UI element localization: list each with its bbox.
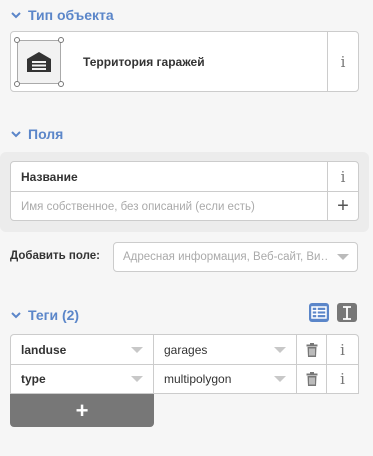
- tags-section-toggle[interactable]: Теги (2): [10, 307, 79, 323]
- tag-value[interactable]: multipolygon: [164, 372, 231, 386]
- name-field-info-button[interactable]: i: [327, 162, 358, 191]
- caret-down-icon: [131, 376, 143, 382]
- vertex-handle: [58, 80, 64, 87]
- add-field-label: Добавить поле:: [10, 250, 100, 262]
- tag-row: type multipolygon i: [10, 364, 359, 394]
- tag-value-combo[interactable]: garages: [154, 335, 297, 364]
- vertex-handle: [14, 36, 20, 43]
- tag-info-button[interactable]: i: [327, 335, 358, 364]
- add-localized-name-button[interactable]: +: [327, 192, 358, 221]
- tag-key-combo[interactable]: landuse: [11, 335, 154, 364]
- trash-icon: [306, 372, 317, 386]
- caret-down-icon: [131, 346, 143, 353]
- tags-section-title: Теги (2): [28, 307, 80, 323]
- delete-tag-button[interactable]: [297, 335, 327, 364]
- preset-box: Территория гаражей i: [10, 31, 359, 92]
- tag-key[interactable]: landuse: [21, 343, 66, 357]
- add-field-combo[interactable]: [113, 242, 358, 272]
- garage-icon: [27, 51, 51, 72]
- tag-value-combo[interactable]: multipolygon: [154, 365, 297, 393]
- fields-section-toggle[interactable]: Поля: [10, 126, 63, 142]
- preset-info-button[interactable]: i: [327, 32, 358, 91]
- preset-section-title: Тип объекта: [28, 7, 114, 23]
- chevron-down-icon: [11, 12, 21, 19]
- add-field-dropdown-button[interactable]: [329, 254, 357, 260]
- add-field-input[interactable]: [114, 250, 329, 264]
- name-field: Название i +: [10, 161, 359, 221]
- list-view-toggle[interactable]: [309, 303, 329, 322]
- table-icon: [311, 306, 327, 319]
- vertex-handle: [58, 36, 64, 43]
- tag-info-button[interactable]: i: [327, 365, 358, 393]
- tag-table: landuse garages i type multipolygon i: [10, 334, 359, 394]
- trash-icon: [306, 342, 317, 357]
- name-field-label: Название: [21, 169, 78, 184]
- text-view-toggle[interactable]: [337, 303, 357, 322]
- tag-row: landuse garages i: [10, 334, 359, 364]
- chevron-down-icon: [11, 312, 21, 319]
- preset-section-toggle[interactable]: Тип объекта: [10, 7, 114, 23]
- text-cursor-icon: [343, 305, 351, 320]
- caret-down-icon: [337, 254, 349, 260]
- delete-tag-button[interactable]: [297, 365, 327, 393]
- name-input[interactable]: [11, 192, 327, 221]
- preset-name[interactable]: Территория гаражей: [67, 32, 327, 91]
- tag-key[interactable]: type: [21, 372, 46, 386]
- caret-down-icon: [274, 346, 286, 353]
- preset-icon-frame: [14, 36, 64, 87]
- preset-icon-wrap[interactable]: [11, 32, 67, 91]
- fields-section-title: Поля: [28, 126, 64, 142]
- tag-key-combo[interactable]: type: [11, 365, 154, 393]
- caret-down-icon: [274, 376, 286, 382]
- add-tag-button[interactable]: +: [10, 394, 154, 427]
- vertex-handle: [14, 80, 20, 87]
- tag-value[interactable]: garages: [164, 343, 207, 357]
- chevron-down-icon: [11, 131, 21, 138]
